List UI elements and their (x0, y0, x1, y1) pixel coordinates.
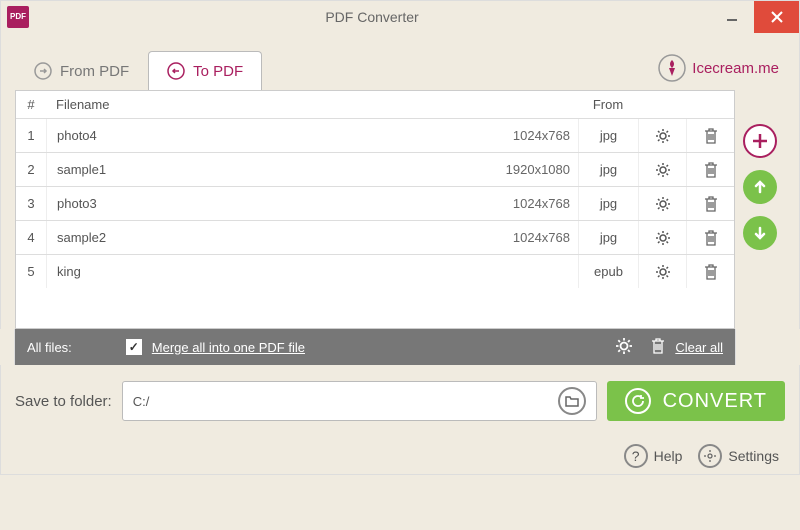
row-settings-button[interactable] (653, 228, 673, 248)
tab-from-pdf-label: From PDF (60, 63, 129, 80)
row-delete-button[interactable] (701, 228, 721, 248)
row-settings-button[interactable] (653, 126, 673, 146)
save-path-input[interactable]: C:/ (122, 381, 597, 421)
row-resolution: 1024x768 (468, 230, 578, 245)
all-settings-button[interactable] (615, 337, 633, 358)
gear-icon (655, 264, 671, 280)
row-number: 5 (16, 264, 46, 279)
clear-all-link[interactable]: Clear all (675, 340, 723, 355)
row-number: 2 (16, 162, 46, 177)
window-title: PDF Converter (35, 9, 709, 25)
table-row[interactable]: 4 sample2 1024x768 jpg (16, 220, 734, 254)
table-row[interactable]: 1 photo4 1024x768 jpg (16, 118, 734, 152)
convert-label: CONVERT (663, 390, 767, 413)
table-row[interactable]: 5 king epub (16, 254, 734, 288)
row-from: epub (578, 255, 638, 288)
row-number: 4 (16, 230, 46, 245)
merge-checkbox[interactable]: ✓ (126, 339, 142, 355)
row-number: 1 (16, 128, 46, 143)
table-row[interactable]: 3 photo3 1024x768 jpg (16, 186, 734, 220)
row-filename: king (46, 255, 468, 288)
row-settings-button[interactable] (653, 262, 673, 282)
tab-to-pdf-label: To PDF (193, 63, 243, 80)
row-settings-button[interactable] (653, 194, 673, 214)
trash-icon (704, 230, 718, 246)
row-resolution: 1024x768 (468, 128, 578, 143)
trash-icon (704, 162, 718, 178)
row-delete-button[interactable] (701, 262, 721, 282)
row-settings-button[interactable] (653, 160, 673, 180)
merge-label[interactable]: Merge all into one PDF file (152, 340, 305, 355)
folder-icon (565, 395, 579, 407)
add-file-button[interactable] (743, 124, 777, 158)
browse-folder-button[interactable] (558, 387, 586, 415)
settings-button[interactable]: Settings (698, 444, 779, 468)
trash-icon (704, 128, 718, 144)
col-from: From (578, 97, 638, 112)
minimize-icon (726, 11, 738, 23)
title-bar: PDF PDF Converter (0, 0, 800, 32)
row-filename: photo4 (46, 119, 468, 152)
gear-icon (655, 128, 671, 144)
move-down-button[interactable] (743, 216, 777, 250)
all-files-label: All files: (27, 340, 72, 355)
arrow-down-icon (752, 225, 768, 241)
app-icon: PDF (7, 6, 29, 28)
brand-link[interactable]: Icecream.me (658, 54, 779, 82)
row-from: jpg (578, 153, 638, 186)
to-pdf-icon (167, 62, 185, 80)
row-from: jpg (578, 221, 638, 254)
clear-all-trash-button[interactable] (651, 338, 665, 357)
side-controls (735, 90, 785, 329)
move-up-button[interactable] (743, 170, 777, 204)
gear-icon (655, 230, 671, 246)
tab-bar: From PDF To PDF Icecream.me (0, 32, 800, 90)
row-delete-button[interactable] (701, 194, 721, 214)
tab-to-pdf[interactable]: To PDF (148, 51, 262, 90)
convert-button[interactable]: CONVERT (607, 381, 785, 421)
help-label: Help (654, 448, 683, 464)
save-to-folder-label: Save to folder: (15, 393, 112, 410)
trash-icon (704, 264, 718, 280)
plus-icon (751, 132, 769, 150)
arrow-up-icon (752, 179, 768, 195)
refresh-icon (625, 388, 651, 414)
gear-icon (615, 337, 633, 355)
icecream-icon (658, 54, 686, 82)
gear-icon (698, 444, 722, 468)
file-table: # Filename From 1 photo4 1024x768 jpg 2 … (15, 90, 735, 329)
row-number: 3 (16, 196, 46, 211)
table-header: # Filename From (16, 91, 734, 118)
gear-icon (655, 196, 671, 212)
minimize-button[interactable] (709, 1, 754, 33)
col-filename: Filename (46, 97, 468, 112)
row-filename: sample1 (46, 153, 468, 186)
settings-label: Settings (728, 448, 779, 464)
row-delete-button[interactable] (701, 126, 721, 146)
help-icon: ? (624, 444, 648, 468)
row-from: jpg (578, 187, 638, 220)
table-row[interactable]: 2 sample1 1920x1080 jpg (16, 152, 734, 186)
row-filename: photo3 (46, 187, 468, 220)
row-resolution: 1024x768 (468, 196, 578, 211)
save-path-value: C:/ (133, 394, 558, 409)
brand-label: Icecream.me (692, 60, 779, 77)
col-number: # (16, 97, 46, 112)
row-resolution: 1920x1080 (468, 162, 578, 177)
tab-from-pdf[interactable]: From PDF (15, 51, 148, 90)
row-delete-button[interactable] (701, 160, 721, 180)
close-button[interactable] (754, 1, 799, 33)
trash-icon (651, 338, 665, 354)
row-from: jpg (578, 119, 638, 152)
from-pdf-icon (34, 62, 52, 80)
row-filename: sample2 (46, 221, 468, 254)
close-icon (771, 11, 783, 23)
gear-icon (655, 162, 671, 178)
help-button[interactable]: ? Help (624, 444, 683, 468)
trash-icon (704, 196, 718, 212)
